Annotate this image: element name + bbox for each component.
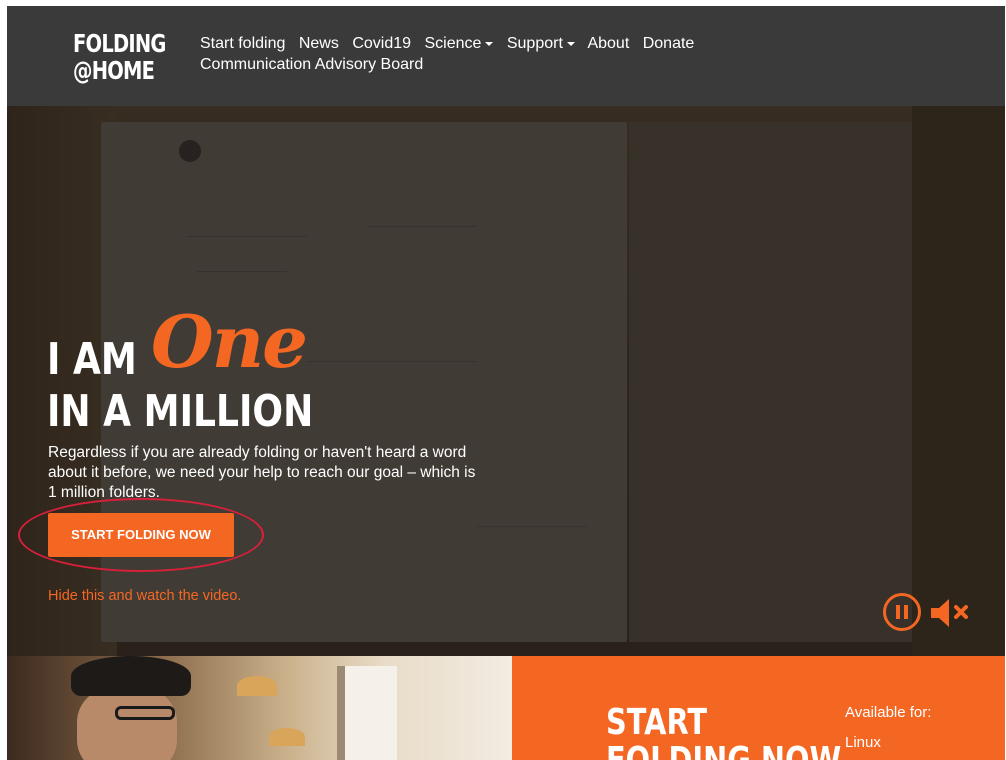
lamp (237, 676, 277, 696)
nav-news[interactable]: News (299, 35, 339, 52)
start-folding-heading: START FOLDING NOW (606, 704, 841, 760)
available-for-label: Available for: (845, 704, 932, 721)
nav-donate[interactable]: Donate (643, 35, 695, 52)
hide-and-watch-video-link[interactable]: Hide this and watch the video. (48, 588, 241, 604)
nav-science-label: Science (424, 35, 482, 52)
nav-communication-advisory-board[interactable]: Communication Advisory Board (200, 56, 423, 73)
nav-covid19[interactable]: Covid19 (352, 35, 411, 52)
start-folding-now-button[interactable]: START FOLDING NOW (48, 513, 234, 557)
hero-tagline: Regardless if you are already folding or… (48, 444, 476, 501)
logo-line1: FOLDING (73, 29, 166, 58)
caret-down-icon (566, 41, 575, 46)
nav-support[interactable]: Support (507, 35, 575, 52)
pause-icon[interactable] (883, 593, 921, 631)
nav-start-folding[interactable]: Start folding (200, 35, 285, 52)
nav-about[interactable]: About (587, 35, 629, 52)
nav-links: Start folding News Covid19 Science Suppo… (200, 33, 760, 75)
caret-down-icon (485, 41, 494, 46)
start-folding-panel: START FOLDING NOW Available for: Linux (512, 656, 1005, 760)
site-logo[interactable]: FOLDING @HOME (73, 30, 166, 84)
os-link-linux[interactable]: Linux (845, 734, 881, 751)
folders-photo (7, 656, 512, 760)
page: FOLDING @HOME Start folding News Covid19… (7, 6, 1005, 760)
nav-science[interactable]: Science (424, 35, 494, 52)
person (77, 686, 177, 760)
hat (71, 656, 191, 696)
headline-i-am: I AM (47, 334, 137, 385)
lamp (269, 728, 305, 746)
start-heading-line1: START (606, 702, 707, 743)
hero-section: One I AM IN A MILLION Regardless if you … (7, 106, 1005, 656)
start-heading-line2: FOLDING NOW (606, 742, 841, 760)
window (337, 666, 397, 760)
nav-support-label: Support (506, 35, 563, 52)
top-nav: FOLDING @HOME Start folding News Covid19… (7, 6, 1005, 106)
headline-one: One (151, 299, 308, 384)
logo-line2: @HOME (73, 56, 155, 85)
mute-icon[interactable] (929, 596, 973, 630)
headline-in-a-million: IN A MILLION (47, 386, 314, 437)
glasses (115, 706, 175, 720)
